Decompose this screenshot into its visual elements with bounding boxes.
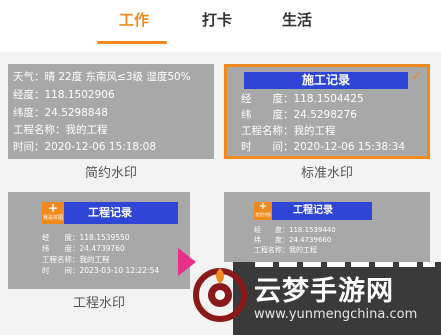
active-tab-indicator	[97, 41, 167, 44]
latitude-line: 纬 度：24.5298276	[241, 109, 357, 121]
puzzle-badge-icon: + 我是拼图	[254, 202, 272, 220]
watermark-preview-standard[interactable]: 施工记录 ✓ 经 度：118.1504425 纬 度：24.5298276 工程…	[224, 64, 430, 159]
tab-bar: 工作 打卡 生活	[0, 0, 441, 50]
watermark-preview-project[interactable]: 工程记录 + 我是拼图 经 度：118.1539550 纬 度：24.47397…	[8, 192, 190, 289]
time-line: 时 间：2023-03-10 12:22:54	[42, 266, 160, 275]
badge-label: 我是拼图	[42, 215, 63, 221]
project-name-line: 工程名称：我的工程	[241, 125, 336, 137]
tab-life[interactable]: 生活	[282, 9, 312, 30]
time-line: 时间：2020-12-06 15:18:08	[13, 141, 157, 153]
watermark-card-project-alt[interactable]: 工程记录 + 我是拼图 经 度：118.1539440 纬 度：24.47396…	[224, 192, 430, 262]
project-name-line: 工程名称：我的工程	[13, 124, 108, 136]
latitude-line: 纬 度：24.4739660	[254, 236, 332, 244]
banner-construction-record: 施工记录	[244, 72, 408, 89]
longitude-line: 经 度：118.1539440	[254, 226, 336, 234]
project-name-line: 工程名称：我的工程	[42, 255, 110, 264]
longitude-line: 经 度：118.1539550	[42, 233, 130, 242]
watermark-card-standard[interactable]: 施工记录 ✓ 经 度：118.1504425 纬 度：24.5298276 工程…	[224, 64, 430, 186]
time-line: 时 间：2020-12-06 15:38:34	[241, 141, 406, 153]
caption-project: 工程水印	[72, 296, 125, 311]
brand-logo-icon	[193, 268, 247, 322]
caption-simple: 简约水印	[84, 166, 137, 181]
watermark-card-simple[interactable]: 天气：晴 22度 东南风≤3级 湿度50% 经度：118.1502906 纬度：…	[8, 64, 214, 186]
watermark-card-project[interactable]: 工程记录 + 我是拼图 经 度：118.1539550 纬 度：24.47397…	[8, 192, 190, 312]
brand-stripe	[255, 262, 435, 267]
puzzle-badge-icon: + 我是拼图	[42, 202, 64, 224]
longitude-line: 经度：118.1502906	[13, 89, 115, 101]
brand-name: 云梦手游网	[254, 276, 394, 307]
watermark-preview-simple[interactable]: 天气：晴 22度 东南风≤3级 湿度50% 经度：118.1502906 纬度：…	[8, 64, 214, 159]
latitude-line: 纬度：24.5298848	[13, 107, 108, 119]
selected-check-icon: ✓	[411, 69, 423, 84]
latitude-line: 纬 度：24.4739760	[42, 244, 125, 253]
caption-standard: 标准水印	[300, 166, 353, 181]
badge-label: 我是拼图	[255, 212, 271, 217]
tab-checkin[interactable]: 打卡	[202, 9, 232, 30]
watermark-preview-project-alt[interactable]: 工程记录 + 我是拼图 经 度：118.1539440 纬 度：24.47396…	[224, 192, 430, 262]
tab-work[interactable]: 工作	[119, 9, 149, 30]
weather-line: 天气：晴 22度 东南风≤3级 湿度50%	[13, 71, 191, 83]
longitude-line: 经 度：118.1504425	[241, 93, 364, 105]
project-name-line: 工程名称：我的工程	[254, 246, 317, 254]
brand-url: www.yunmengchina.com	[254, 307, 418, 322]
